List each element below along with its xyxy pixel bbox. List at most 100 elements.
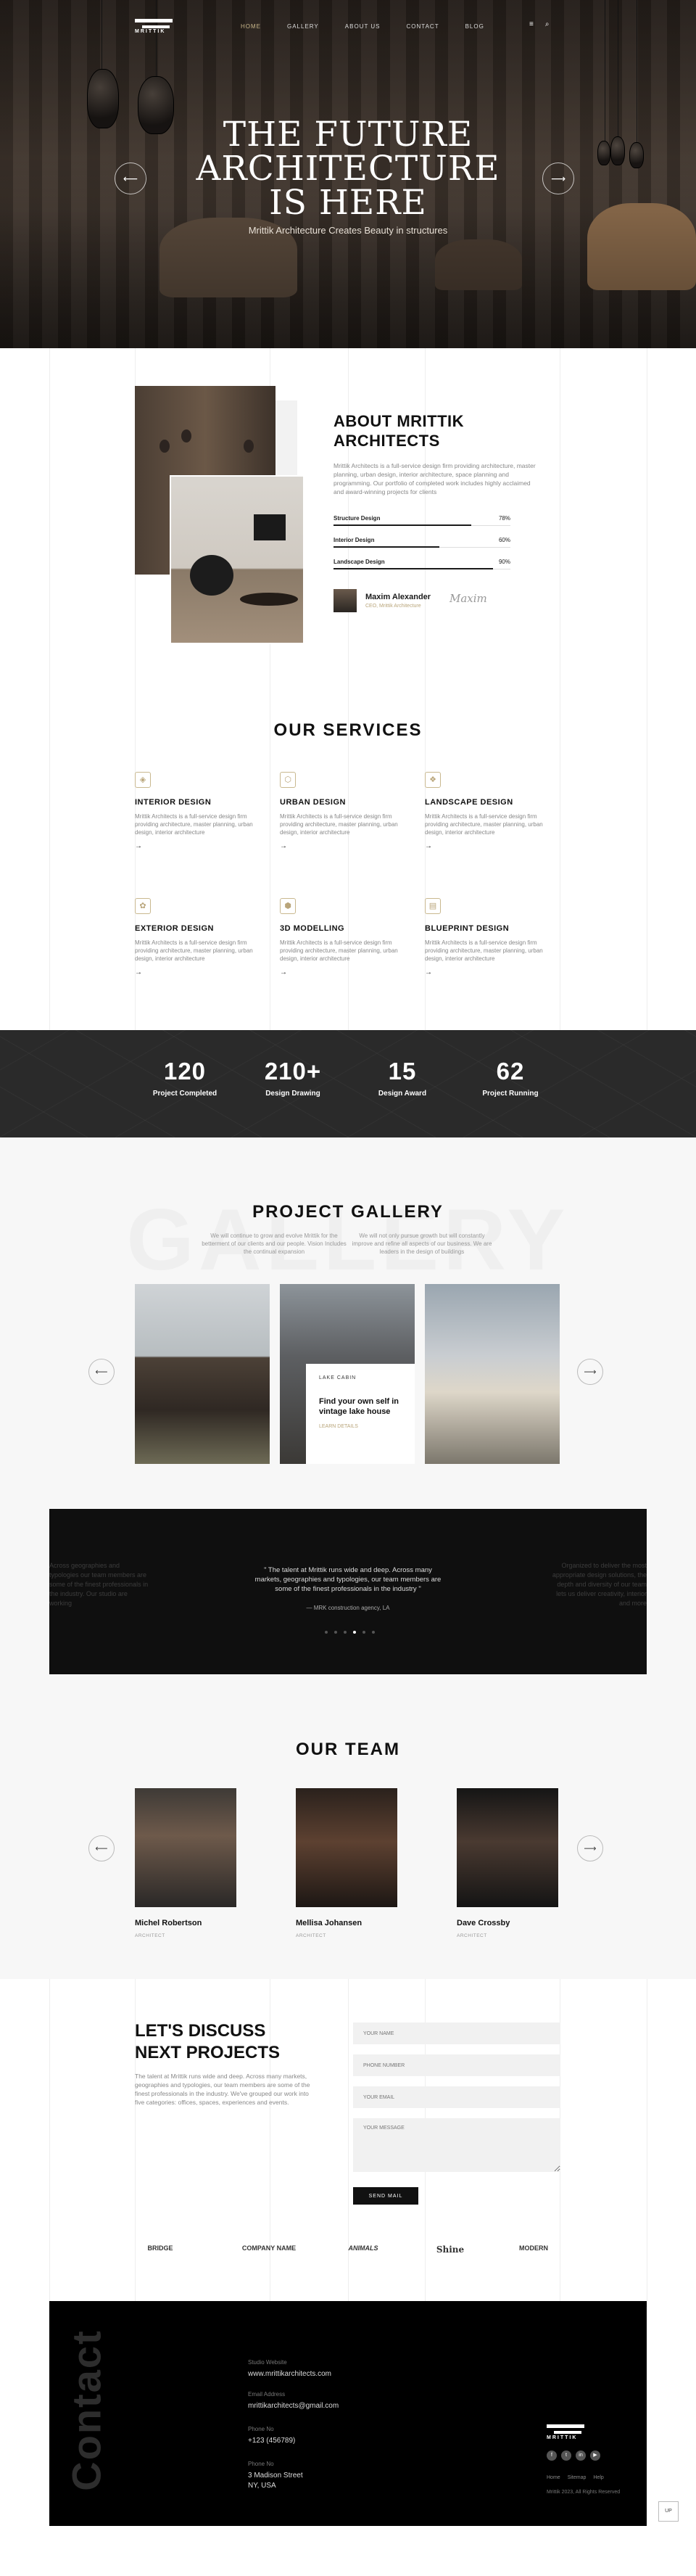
cube-icon: ⬢	[280, 898, 296, 914]
author-name: Maxim Alexander	[365, 593, 431, 601]
nav-item-gallery[interactable]: GALLERY	[287, 23, 319, 30]
service-card[interactable]: ⬢ 3D MODELLING Mrittik Architects is a f…	[280, 898, 410, 976]
slider-dot[interactable]	[371, 1631, 375, 1634]
gallery-next-button[interactable]: ⟶	[577, 1359, 603, 1385]
footer-email: Email Address mrittikarchitects@gmail.co…	[248, 2391, 339, 2411]
stat-number: 62	[496, 1058, 525, 1085]
skill-percent: 90%	[498, 559, 510, 565]
nav-item-blog[interactable]: BLOG	[465, 23, 484, 30]
email-link[interactable]: mrittikarchitects@gmail.com	[248, 2401, 339, 2411]
service-title: BLUEPRINT DESIGN	[425, 924, 510, 933]
blueprint-lines-background	[0, 1030, 696, 1137]
slider-dot[interactable]	[343, 1631, 347, 1634]
footer-label: Phone No	[248, 2461, 274, 2467]
interior-icon: ◈	[135, 772, 151, 788]
skill-label: Landscape Design	[334, 559, 385, 565]
gallery-image-glass-cabin[interactable]	[135, 1284, 270, 1464]
email-field[interactable]	[353, 2086, 560, 2108]
learn-details-link[interactable]: LEARN DETAILS	[319, 1424, 402, 1429]
landscape-icon: ❖	[425, 772, 441, 788]
brand-logo: Shine	[436, 2244, 465, 2255]
member-name: Dave Crossby	[457, 1919, 510, 1927]
service-card[interactable]: ❖ LANDSCAPE DESIGN Mrittik Architects is…	[425, 772, 555, 850]
site-logo[interactable]: MRITTIK	[135, 19, 173, 35]
hero-subtitle: Mrittik Architecture Creates Beauty in s…	[248, 225, 448, 236]
member-photo	[457, 1788, 558, 1907]
about-livingroom-image	[170, 475, 304, 644]
blueprint-icon: ▤	[425, 898, 441, 914]
footer-link-home[interactable]: Home	[547, 2475, 560, 2480]
facebook-icon[interactable]: f	[547, 2451, 557, 2461]
arrow-right-icon[interactable]: →	[280, 968, 410, 976]
card-kicker: LAKE CABIN	[319, 1375, 357, 1380]
team-member-card[interactable]: Michel Robertson ARCHITECT	[135, 1788, 236, 1938]
gallery-feature-card[interactable]: LAKE CABIN Find your own self in vintage…	[306, 1364, 415, 1464]
hero-prev-button[interactable]: ⟵	[115, 162, 146, 194]
send-mail-button[interactable]: SEND MAIL	[353, 2187, 418, 2205]
slider-dots	[313, 1631, 386, 1634]
member-photo	[135, 1788, 236, 1907]
arrow-right-icon[interactable]: →	[425, 842, 555, 850]
footer-logo-text: MRITTIK	[547, 2435, 578, 2440]
footer-link-sitemap[interactable]: Sitemap	[568, 2475, 587, 2480]
hero-title-line: THE FUTURE	[223, 115, 473, 155]
team-title: OUR TEAM	[296, 1740, 400, 1759]
nav-item-contact[interactable]: CONTACT	[407, 23, 439, 30]
slider-dot[interactable]	[334, 1631, 337, 1634]
service-title: 3D MODELLING	[280, 924, 345, 933]
footer-link-help[interactable]: Help	[593, 2475, 603, 2480]
stat-number: 120	[163, 1058, 207, 1085]
hero-next-button[interactable]: ⟶	[542, 162, 574, 194]
name-field[interactable]	[353, 2022, 560, 2044]
nav-item-about[interactable]: ABOUT US	[345, 23, 381, 30]
scroll-top-button[interactable]: UP	[658, 2501, 679, 2522]
slider-dot-active[interactable]	[352, 1631, 356, 1634]
arrow-right-icon: ⟶	[584, 1843, 597, 1853]
pendant-lamp	[160, 440, 170, 453]
nav-item-home[interactable]: HOME	[241, 23, 261, 30]
website-link[interactable]: www.mrittikarchitects.com	[248, 2369, 331, 2379]
team-member-card[interactable]: Dave Crossby ARCHITECT	[457, 1788, 558, 1938]
message-field[interactable]	[353, 2118, 560, 2172]
chair-shape	[190, 555, 233, 596]
gallery-prev-button[interactable]: ⟵	[88, 1359, 115, 1385]
service-description: Mrittik Architects is a full-service des…	[280, 939, 398, 962]
stat-item: 15 Design Award	[352, 1058, 453, 1098]
footer-logo[interactable]: MRITTIK	[547, 2424, 584, 2442]
service-card[interactable]: ✿ EXTERIOR DESIGN Mrittik Architects is …	[135, 898, 265, 976]
about-title-line: ARCHITECTS	[334, 432, 440, 450]
twitter-icon[interactable]: t	[561, 2451, 571, 2461]
member-photo	[296, 1788, 397, 1907]
service-card[interactable]: ◈ INTERIOR DESIGN Mrittik Architects is …	[135, 772, 265, 850]
skill-bar-interior: Interior Design 60%	[334, 537, 510, 548]
footer-label: Phone No	[248, 2426, 274, 2432]
arrow-right-icon[interactable]: →	[135, 968, 265, 976]
slider-dot[interactable]	[362, 1631, 365, 1634]
cta-title-line: LET'S DISCUSS	[135, 2021, 266, 2041]
menu-icon[interactable]: ≡	[529, 20, 534, 28]
phone-link[interactable]: +123 (456789)	[248, 2436, 295, 2446]
member-role: ARCHITECT	[296, 1933, 326, 1938]
slider-dot[interactable]	[324, 1631, 328, 1634]
youtube-icon[interactable]: ▶	[590, 2451, 600, 2461]
brand-logo: BRIDGE	[147, 2244, 173, 2252]
gallery-image-modern-house[interactable]	[425, 1284, 560, 1464]
arrow-right-icon[interactable]: →	[135, 842, 265, 850]
team-next-button[interactable]: ⟶	[577, 1835, 603, 1861]
team-prev-button[interactable]: ⟵	[88, 1835, 115, 1861]
avatar	[334, 589, 357, 612]
arrow-right-icon[interactable]: →	[280, 842, 410, 850]
member-role: ARCHITECT	[457, 1933, 487, 1938]
search-icon[interactable]: ⌕	[545, 20, 550, 28]
skill-bar-structure: Structure Design 78%	[334, 515, 510, 526]
team-member-card[interactable]: Mellisa Johansen ARCHITECT	[296, 1788, 397, 1938]
service-card[interactable]: ▤ BLUEPRINT DESIGN Mrittik Architects is…	[425, 898, 555, 976]
phone-field[interactable]	[353, 2054, 560, 2076]
service-card[interactable]: ⬡ URBAN DESIGN Mrittik Architects is a f…	[280, 772, 410, 850]
linkedin-icon[interactable]: in	[576, 2451, 586, 2461]
arrow-right-icon[interactable]: →	[425, 968, 555, 976]
service-description: Mrittik Architects is a full-service des…	[280, 813, 398, 836]
footer-label: Studio Website	[248, 2359, 287, 2366]
pendant-lamp	[244, 440, 254, 453]
service-description: Mrittik Architects is a full-service des…	[425, 939, 543, 962]
